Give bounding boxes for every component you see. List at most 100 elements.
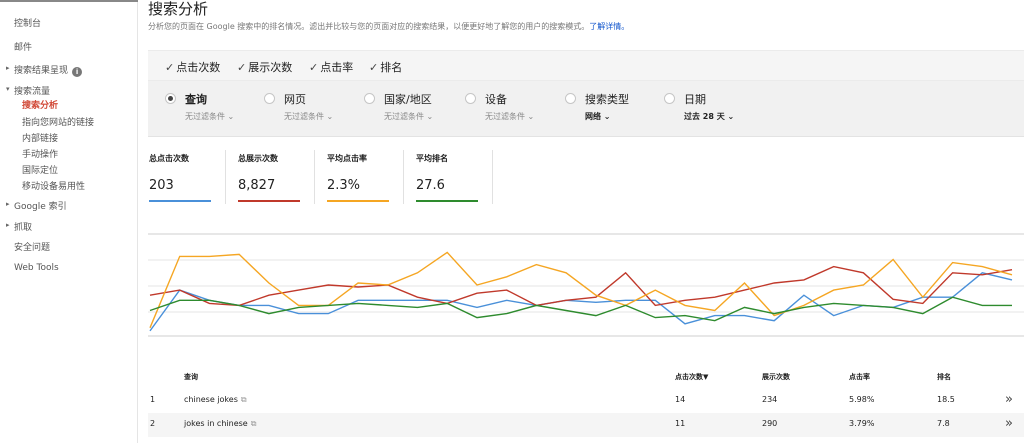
metric-checkbox-position[interactable]: ✓ 排名: [369, 59, 402, 75]
sidebar-item-search-appearance[interactable]: 搜索结果呈现 i: [14, 63, 83, 77]
row-clicks: 14: [675, 395, 686, 404]
sidebar-item-dashboard[interactable]: 控制台: [14, 16, 41, 29]
filter-label: 查询: [185, 93, 207, 106]
expand-caret-icon[interactable]: ▸: [6, 200, 10, 208]
sidebar-sub-international-targeting[interactable]: 国际定位: [22, 163, 58, 176]
chevron-down-icon: ⌄: [727, 112, 735, 121]
radio-unselected[interactable]: [264, 93, 275, 104]
divider: [403, 150, 404, 204]
row-index: 1: [150, 395, 156, 404]
collapse-caret-icon[interactable]: ▾: [6, 85, 10, 93]
page-description: 分析您的页面在 Google 搜索中的排名情况。滤出并比较与您的页面对应的搜索结…: [148, 21, 629, 32]
sidebar-item-security-issues[interactable]: 安全问题: [14, 240, 50, 253]
total-value: 8,827: [238, 178, 276, 193]
total-value: 2.3%: [327, 178, 361, 193]
group-by-filter-bar: 查询 无过滤条件 ⌄ 网页 无过滤条件 ⌄ 国家/地区 无过滤条件 ⌄ 设备 无…: [148, 81, 1024, 137]
double-chevron-right-icon[interactable]: »: [1005, 392, 1013, 407]
sidebar-sub-internal-links[interactable]: 内部链接: [22, 131, 58, 144]
total-label: 平均点击率: [327, 154, 367, 163]
main-content: 搜索分析 分析您的页面在 Google 搜索中的排名情况。滤出并比较与您的页面对…: [148, 0, 1024, 443]
divider: [225, 150, 226, 204]
divider: [314, 150, 315, 204]
sidebar-item-web-tools[interactable]: Web Tools: [14, 263, 59, 273]
filter-dropdown[interactable]: 过去 28 天 ⌄: [684, 111, 734, 122]
chevron-down-icon: ⌄: [527, 112, 535, 121]
metric-checkbox-clicks[interactable]: ✓ 点击次数: [165, 59, 220, 75]
expand-caret-icon[interactable]: ▸: [6, 221, 10, 229]
total-label: 平均排名: [416, 154, 448, 163]
radio-unselected[interactable]: [465, 93, 476, 104]
filter-label: 网页: [284, 93, 306, 106]
info-icon[interactable]: i: [72, 67, 83, 77]
row-query[interactable]: jokes in chinese ⧉: [184, 419, 256, 429]
row-index: 2: [150, 419, 156, 428]
row-ctr: 5.98%: [849, 395, 875, 404]
sidebar-item-label: 搜索结果呈现: [14, 66, 69, 76]
sidebar: 控制台 邮件 ▸ 搜索结果呈现 i ▾ 搜索流量 搜索分析 指向您网站的链接 内部…: [0, 0, 138, 443]
chart-series-line: [149, 272, 1013, 332]
chevron-down-icon: ⌄: [326, 112, 334, 121]
column-header-impressions[interactable]: 展示次数: [762, 372, 790, 382]
chevron-down-icon: ⌄: [426, 112, 434, 121]
metric-checkbox-ctr[interactable]: ✓ 点击率: [309, 59, 353, 75]
table-row[interactable]: 1 chinese jokes ⧉ 14 234 5.98% 18.5 »: [148, 389, 1024, 413]
column-header-query[interactable]: 查询: [184, 372, 198, 382]
table-row[interactable]: 2 jokes in chinese ⧉ 11 290 3.79% 7.8 »: [148, 413, 1024, 437]
radio-unselected[interactable]: [664, 93, 675, 104]
series-color-bar: [149, 200, 211, 202]
total-label: 总点击次数: [149, 154, 189, 163]
radio-selected[interactable]: [165, 93, 176, 104]
external-link-icon[interactable]: ⧉: [241, 395, 247, 404]
sidebar-sub-search-analytics[interactable]: 搜索分析: [22, 98, 58, 111]
metric-label: 排名: [380, 61, 403, 74]
filter-dropdown[interactable]: 网络 ⌄: [585, 111, 611, 122]
row-impressions: 234: [762, 395, 778, 404]
sidebar-sub-links-to-site[interactable]: 指向您网站的链接: [22, 115, 94, 128]
row-ctr: 3.79%: [849, 419, 875, 428]
filter-dropdown[interactable]: 无过滤条件 ⌄: [185, 111, 234, 122]
total-value: 27.6: [416, 178, 445, 193]
sidebar-top-edge: [0, 0, 138, 4]
page-title: 搜索分析: [148, 0, 209, 18]
divider: [492, 150, 493, 204]
expand-caret-icon[interactable]: ▸: [6, 64, 10, 72]
total-value: 203: [149, 178, 174, 193]
row-query[interactable]: chinese jokes ⧉: [184, 395, 247, 405]
filter-label: 设备: [485, 93, 507, 106]
sidebar-sub-mobile-usability[interactable]: 移动设备易用性: [22, 179, 85, 192]
search-analytics-line-chart[interactable]: [148, 224, 1024, 344]
column-header-ctr[interactable]: 点击率: [849, 372, 870, 382]
total-label: 总展示次数: [238, 154, 278, 163]
row-impressions: 290: [762, 419, 778, 428]
sidebar-item-google-index[interactable]: Google 索引: [14, 199, 67, 212]
checkmark-icon: ✓: [369, 61, 379, 74]
column-header-position[interactable]: 排名: [937, 372, 951, 382]
sidebar-item-search-traffic[interactable]: 搜索流量: [14, 84, 50, 97]
row-clicks: 11: [675, 419, 686, 428]
metric-checkbox-bar: ✓ 点击次数 ✓ 展示次数 ✓ 点击率 ✓ 排名: [148, 50, 1024, 81]
external-link-icon[interactable]: ⧉: [251, 419, 257, 428]
radio-unselected[interactable]: [364, 93, 375, 104]
sidebar-item-messages[interactable]: 邮件: [14, 40, 32, 53]
filter-dropdown[interactable]: 无过滤条件 ⌄: [284, 111, 333, 122]
totals-summary: 总点击次数 203 总展示次数 8,827 平均点击率 2.3% 平均排名 27…: [148, 150, 1024, 210]
description-text: 分析您的页面在 Google 搜索中的排名情况。滤出并比较与您的页面对应的搜索结…: [148, 22, 590, 31]
filter-dropdown[interactable]: 无过滤条件 ⌄: [485, 111, 534, 122]
checkmark-icon: ✓: [165, 61, 175, 74]
metric-checkbox-impressions[interactable]: ✓ 展示次数: [237, 59, 292, 75]
metric-label: 展示次数: [248, 61, 293, 74]
double-chevron-right-icon[interactable]: »: [1005, 416, 1013, 431]
learn-more-link[interactable]: 了解详情。: [589, 22, 629, 31]
column-header-clicks[interactable]: 点击次数▼: [675, 372, 708, 382]
checkmark-icon: ✓: [309, 61, 319, 74]
sidebar-item-crawl[interactable]: 抓取: [14, 220, 32, 233]
filter-dropdown[interactable]: 无过滤条件 ⌄: [384, 111, 433, 122]
chevron-down-icon: ⌄: [603, 112, 611, 121]
row-position: 7.8: [937, 419, 950, 428]
radio-unselected[interactable]: [565, 93, 576, 104]
metric-label: 点击率: [320, 61, 354, 74]
sidebar-sub-manual-actions[interactable]: 手动操作: [22, 147, 58, 160]
filter-label: 搜索类型: [585, 93, 629, 106]
series-color-bar: [416, 200, 478, 202]
metric-label: 点击次数: [176, 61, 221, 74]
